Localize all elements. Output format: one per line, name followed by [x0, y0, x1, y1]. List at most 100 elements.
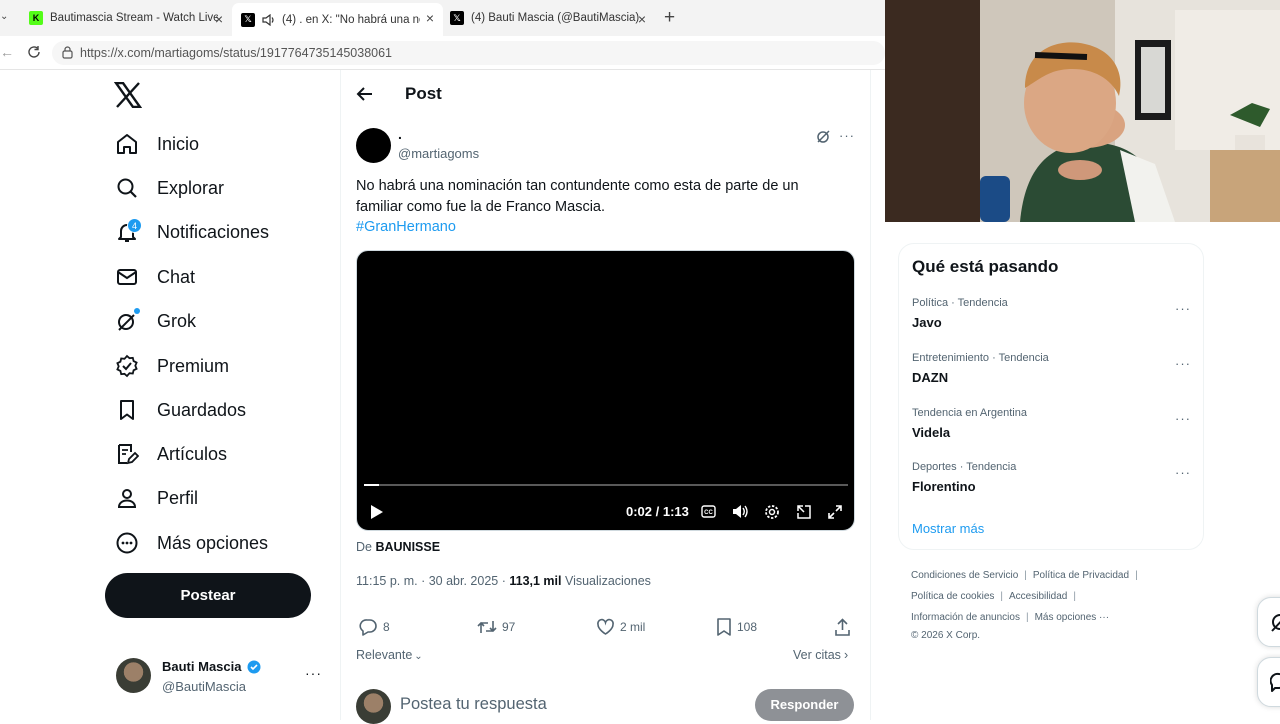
trend-item[interactable]: Tendencia en Argentina Videla ···	[912, 407, 1197, 440]
footer-link[interactable]: Condiciones de Servicio	[911, 570, 1018, 581]
footer-link[interactable]: Política de cookies	[911, 591, 994, 602]
close-tab-icon[interactable]: ×	[423, 10, 437, 26]
trend-item[interactable]: Deportes · Tendencia Florentino ···	[912, 461, 1197, 494]
bookmark-icon	[717, 618, 731, 636]
url-text: https://x.com/martiagoms/status/19177647…	[80, 46, 393, 60]
repost-icon	[477, 621, 497, 633]
floating-grok-button[interactable]	[1257, 597, 1280, 647]
nav-item-mas-opciones[interactable]: Más opciones	[112, 523, 268, 563]
svg-text:CC: CC	[704, 510, 713, 516]
account-more-icon[interactable]: ···	[305, 665, 322, 681]
x-logo-icon[interactable]	[114, 82, 142, 108]
reply-avatar	[356, 689, 391, 724]
post-text: No habrá una nominación tan contundente …	[356, 178, 799, 215]
chevron-down-icon: ⌄	[414, 651, 423, 662]
speaker-icon[interactable]	[262, 13, 276, 26]
nav-item-premium[interactable]: Premium	[112, 346, 229, 386]
heart-icon	[597, 618, 614, 635]
post-hashtag[interactable]: #GranHermano	[356, 219, 456, 235]
post-more-icon[interactable]: ···	[839, 128, 855, 143]
repost-action[interactable]: 97	[477, 618, 515, 636]
chevron-right-icon: ›	[843, 648, 849, 662]
reload-icon[interactable]	[27, 45, 41, 59]
verified-icon	[112, 351, 142, 381]
mini-player-icon[interactable]	[796, 504, 812, 520]
captions-icon[interactable]: CC	[701, 505, 716, 518]
play-icon[interactable]	[370, 504, 384, 520]
post-button[interactable]: Postear	[105, 573, 311, 618]
post-views-label: Visualizaciones	[564, 574, 651, 588]
post-author-avatar[interactable]	[356, 128, 391, 163]
settings-gear-icon[interactable]	[764, 504, 780, 520]
browser-tab[interactable]: K Bautimascia Stream - Watch Live o ×	[20, 4, 232, 32]
account-name: Bauti Mascia	[162, 659, 242, 674]
share-icon[interactable]	[834, 618, 851, 636]
reply-input[interactable]: Postea tu respuesta	[400, 695, 547, 714]
back-arrow-icon[interactable]	[356, 86, 374, 102]
account-switcher[interactable]: Bauti Mascia @BautiMascia ···	[112, 655, 327, 699]
trends-title: Qué está pasando	[912, 257, 1059, 276]
volume-icon[interactable]	[732, 504, 749, 519]
lock-icon[interactable]	[62, 46, 73, 59]
view-quotes-link[interactable]: Ver citas ›	[793, 648, 848, 662]
trend-item[interactable]: Entretenimiento · Tendencia DAZN ···	[912, 352, 1197, 385]
like-action[interactable]: 2 mil	[596, 618, 645, 636]
nav-item-explorar[interactable]: Explorar	[112, 168, 224, 208]
footer-link[interactable]: Más opciones ···	[1035, 612, 1109, 623]
nav-item-chat[interactable]: Chat	[112, 257, 195, 297]
grok-icon	[1270, 612, 1280, 632]
trend-more-icon[interactable]: ···	[1175, 356, 1191, 371]
reply-action[interactable]: 8	[359, 618, 390, 636]
person-icon	[112, 483, 142, 513]
nav-item-inicio[interactable]: Inicio	[112, 124, 199, 164]
close-tab-icon[interactable]: ×	[212, 11, 226, 27]
home-icon	[112, 129, 142, 159]
trend-more-icon[interactable]: ···	[1175, 411, 1191, 426]
nav-item-articulos[interactable]: Artículos	[112, 434, 227, 474]
footer-row-2: Política de cookies | Accesibilidad |	[911, 591, 1076, 602]
video-player[interactable]: 0:02 / 1:13 CC	[356, 250, 855, 531]
chat-bubble-icon	[1270, 672, 1280, 692]
video-source-link[interactable]: BAUNISSE	[375, 540, 440, 554]
notification-badge: 4	[127, 218, 142, 233]
grok-explain-icon[interactable]	[816, 129, 831, 144]
trend-item[interactable]: Política · Tendencia Javo ···	[912, 297, 1197, 330]
new-tab-icon[interactable]: +	[664, 7, 675, 29]
reply-button[interactable]: Responder	[755, 689, 854, 721]
post-author-handle[interactable]: @martiagoms	[398, 146, 479, 161]
verified-badge-icon	[247, 660, 261, 674]
browser-tab-bar: ⌄ K Bautimascia Stream - Watch Live o × …	[0, 0, 885, 36]
footer-link[interactable]: Política de Privacidad	[1033, 570, 1129, 581]
video-progress-fill	[364, 484, 379, 486]
show-more-link[interactable]: Mostrar más	[912, 521, 984, 536]
trend-more-icon[interactable]: ···	[1175, 301, 1191, 316]
x-logo-icon: 𝕏	[450, 11, 464, 25]
close-tab-icon[interactable]: ×	[635, 11, 649, 27]
account-handle: @BautiMascia	[162, 679, 247, 694]
nav-item-grok[interactable]: Grok	[112, 301, 196, 341]
browser-tab[interactable]: 𝕏 (4) Bauti Mascia (@BautiMascia) / ×	[443, 4, 655, 32]
nav-item-guardados[interactable]: Guardados	[112, 390, 246, 430]
bookmark-icon	[112, 395, 142, 425]
browser-tab-active[interactable]: 𝕏 (4) . en X: "No habrá una nom ×	[232, 3, 443, 36]
url-field[interactable]: https://x.com/martiagoms/status/19177647…	[52, 41, 885, 65]
back-arrow-icon[interactable]: ←	[0, 44, 14, 60]
trend-more-icon[interactable]: ···	[1175, 465, 1191, 480]
video-time: 0:02 / 1:13	[626, 504, 689, 519]
post-meta: 11:15 p. m. · 30 abr. 2025 · 113,1 mil V…	[356, 574, 651, 588]
video-source: De BAUNISSE	[356, 540, 441, 554]
nav-item-notificaciones[interactable]: 4 Notificaciones	[112, 212, 269, 252]
fullscreen-icon[interactable]	[827, 504, 843, 520]
tab-list-chevron-icon[interactable]: ⌄	[0, 11, 8, 22]
mail-icon	[112, 262, 142, 292]
nav-item-perfil[interactable]: Perfil	[112, 478, 198, 518]
floating-messages-button[interactable]	[1257, 657, 1280, 707]
footer-link[interactable]: Información de anuncios	[911, 612, 1020, 623]
footer-link[interactable]: Accesibilidad	[1009, 591, 1067, 602]
bookmark-action[interactable]: 108	[716, 618, 757, 636]
trends-panel: Qué está pasando Política · Tendencia Ja…	[898, 243, 1204, 550]
sort-replies-dropdown[interactable]: Relevante ⌄	[356, 648, 423, 662]
post-timestamp[interactable]: 11:15 p. m. · 30 abr. 2025 ·	[356, 574, 506, 588]
post-author-name[interactable]: .	[398, 126, 402, 142]
video-progress-bar[interactable]	[364, 484, 848, 486]
